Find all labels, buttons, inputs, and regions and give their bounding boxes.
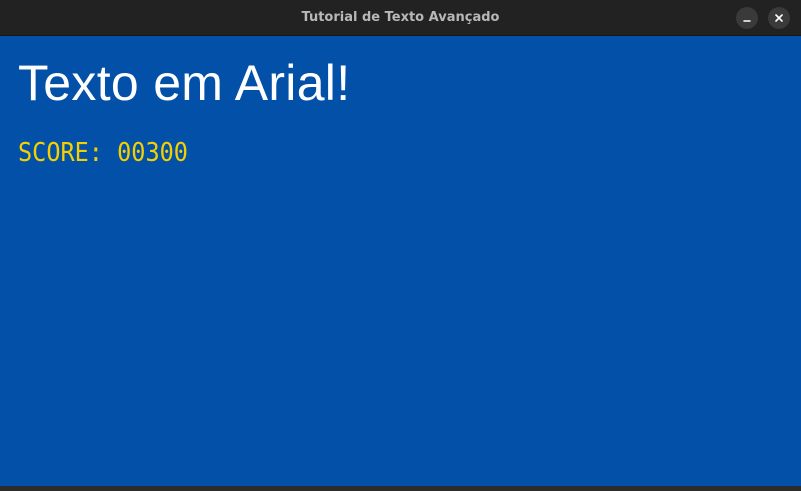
minimize-button[interactable] (736, 7, 758, 29)
minimize-icon (743, 20, 751, 22)
score-display: SCORE: 00300 (18, 137, 188, 168)
close-button[interactable] (768, 7, 790, 29)
window-title: Tutorial de Texto Avançado (301, 10, 500, 25)
arial-text-label: Texto em Arial! (18, 55, 351, 111)
title-bar[interactable]: Tutorial de Texto Avançado (0, 0, 801, 36)
app-window: Tutorial de Texto Avançado Texto em Aria… (0, 0, 801, 486)
desktop-strip (0, 486, 801, 491)
game-canvas[interactable]: Texto em Arial! SCORE: 00300 (0, 36, 801, 486)
close-icon (775, 14, 783, 22)
